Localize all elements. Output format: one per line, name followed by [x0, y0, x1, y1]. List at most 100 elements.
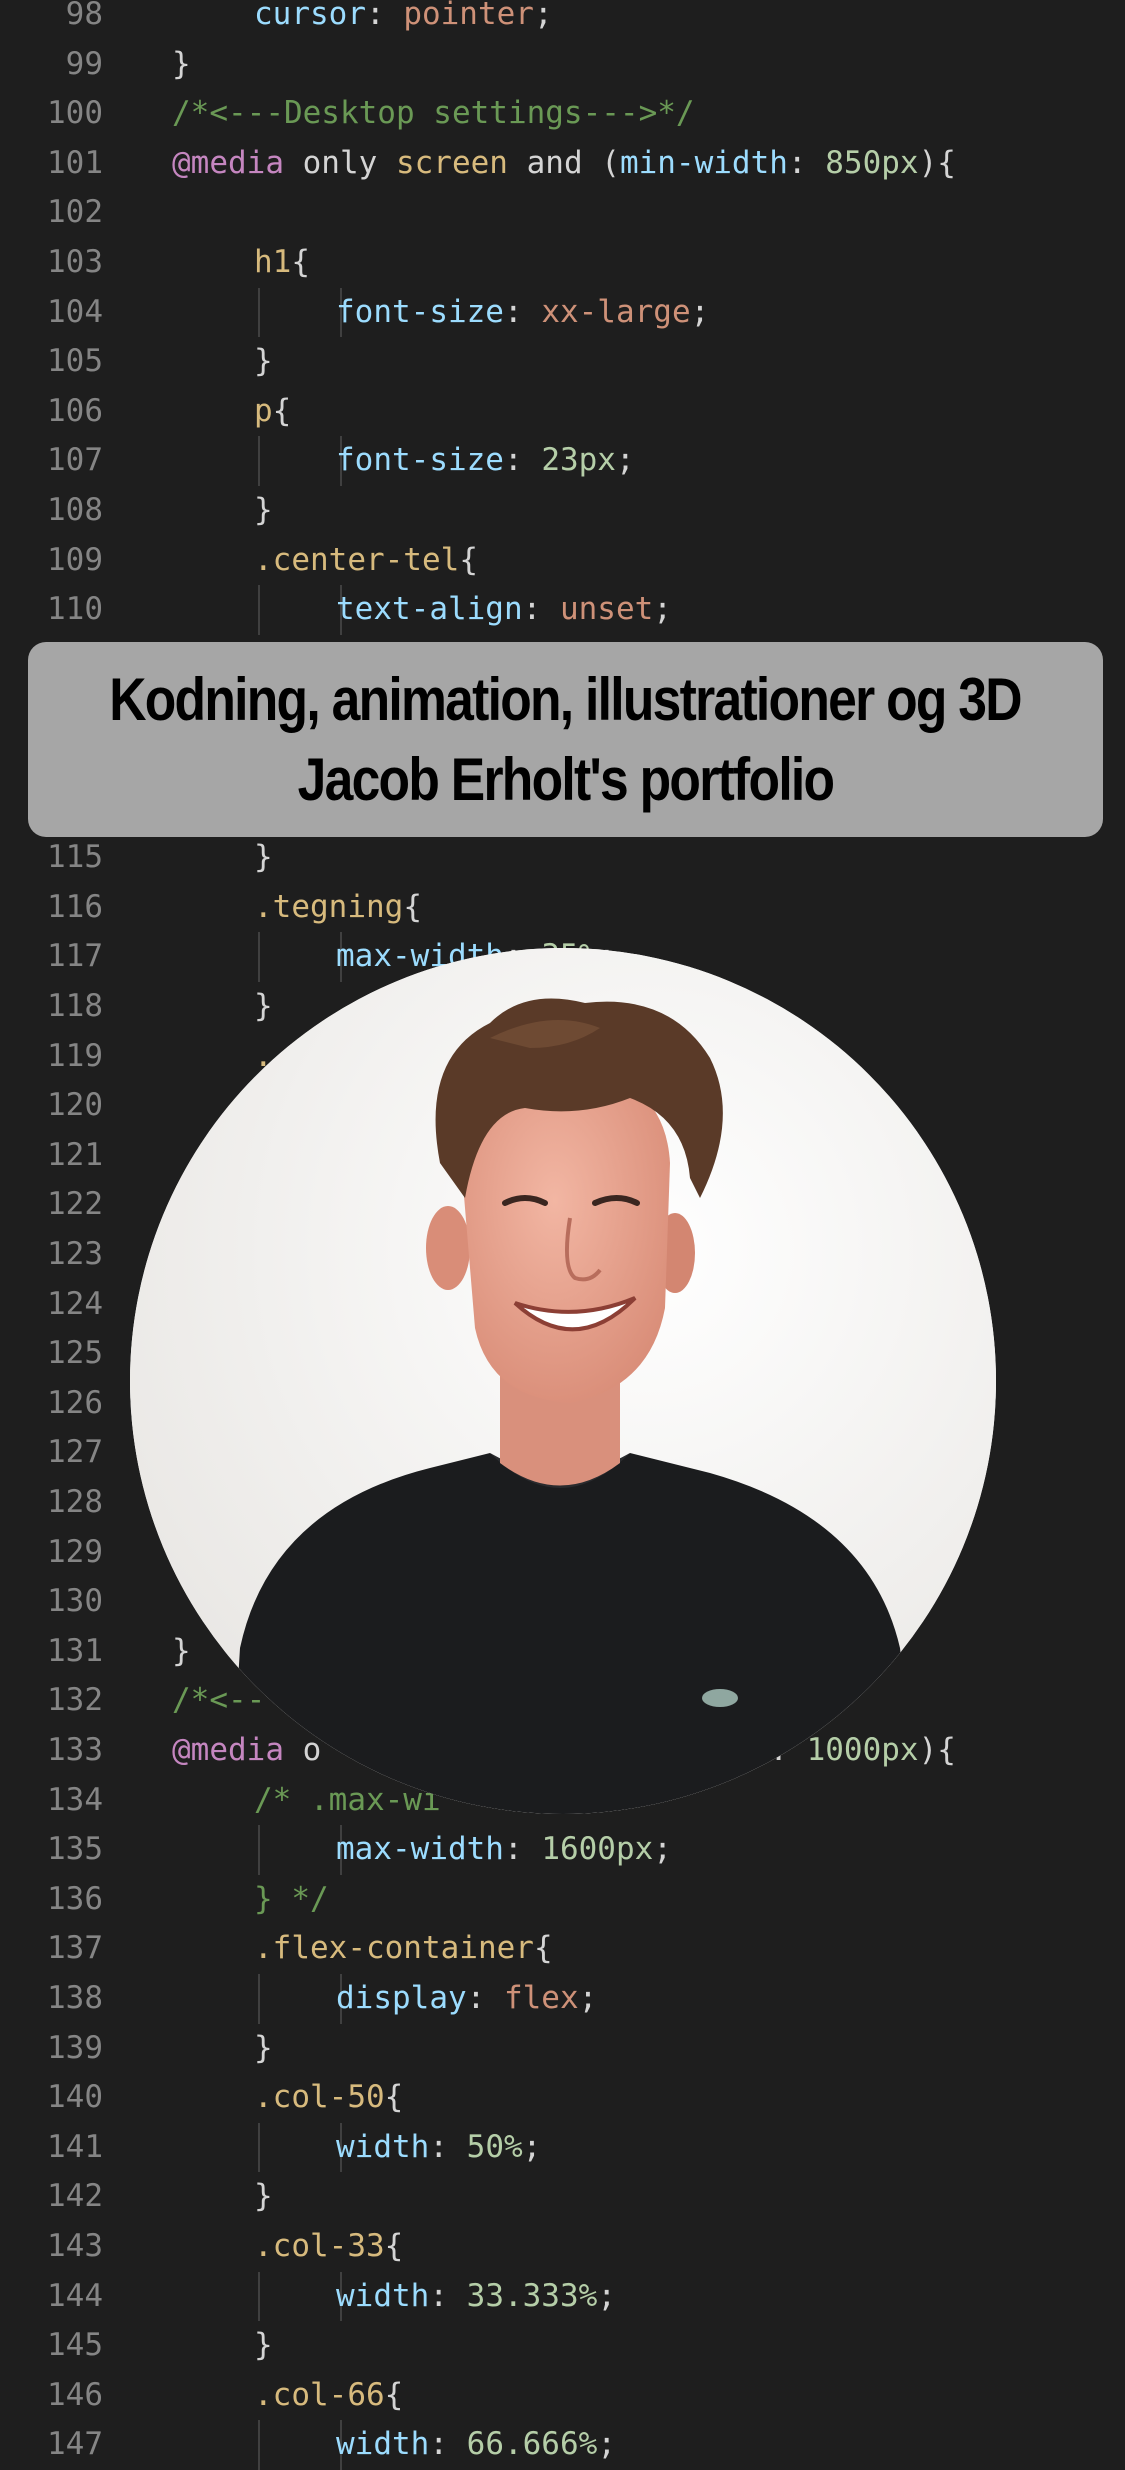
code-token: {: [384, 2228, 404, 2264]
line-number: 123: [47, 1236, 103, 1272]
code-line: 135 max-width: 1600px;: [0, 1825, 1125, 1875]
code-text: /*<--: [172, 1676, 265, 1726]
banner-title: Kodning, animation, illustrationer og 3D: [109, 665, 1023, 733]
code-text: }: [172, 1627, 191, 1677]
code-token: only: [283, 144, 396, 181]
code-token: 850px: [825, 144, 919, 181]
code-token: }: [254, 2029, 273, 2066]
code-text: p{: [254, 387, 291, 437]
code-line: 140 .col-50{: [0, 2073, 1125, 2123]
code-text: .col-66{: [254, 2371, 403, 2421]
line-number: 108: [47, 492, 103, 528]
line-number: 101: [47, 144, 103, 181]
code-token: unset: [559, 591, 654, 628]
code-token: 1000px: [806, 1732, 919, 1768]
code-text: max-width: 1600px;: [336, 1825, 672, 1875]
indent-guide: [258, 585, 260, 635]
line-number: 115: [47, 839, 103, 876]
code-token: display: [336, 1980, 467, 2016]
code-token: {: [272, 392, 292, 429]
code-token: ){: [918, 144, 956, 181]
line-number: 146: [47, 2376, 103, 2413]
code-line: 138 display: flex;: [0, 1974, 1125, 2024]
banner-subtitle: Jacob Erholt's portfolio: [297, 745, 835, 813]
line-number: 140: [47, 2079, 103, 2116]
code-text: } */: [254, 1875, 329, 1925]
code-token: 23px: [541, 442, 616, 479]
line-number: 145: [47, 2327, 103, 2364]
code-token: ;: [578, 1980, 598, 2016]
code-token: p: [254, 392, 273, 429]
code-line: 110 text-align: unset;: [0, 585, 1125, 635]
code-text: .col-50{: [254, 2073, 403, 2123]
line-number: 138: [47, 1980, 103, 2016]
code-line: 146 .col-66{: [0, 2371, 1125, 2421]
line-number: 147: [47, 2426, 103, 2463]
code-token: }: [254, 343, 273, 380]
code-line: 147 width: 66.666%;: [0, 2420, 1125, 2470]
indent-guide: [258, 436, 260, 486]
code-token: }: [254, 839, 273, 876]
line-number: 117: [47, 938, 103, 975]
portrait-photo: [130, 948, 996, 1814]
code-line: 105}: [0, 337, 1125, 387]
code-token: width: [336, 2277, 430, 2314]
code-token: flex: [503, 1980, 579, 2016]
code-line: 108}: [0, 486, 1125, 536]
code-line: 143 .col-33{: [0, 2222, 1125, 2272]
code-token: ;: [615, 442, 635, 479]
code-line: 144 width: 33.333%;: [0, 2271, 1125, 2322]
indent-guide: [258, 2122, 260, 2173]
code-token: {: [291, 244, 310, 280]
code-text: }: [254, 486, 273, 536]
code-text: h1{: [254, 238, 310, 288]
line-number: 134: [47, 1781, 103, 1818]
code-line: 137 .flex-container{: [0, 1924, 1125, 1974]
code-token: font-size: [336, 442, 504, 479]
code-text: cursor: pointer;: [254, 0, 553, 40]
code-token: :: [503, 1831, 542, 1868]
code-line: 101 @media only screen and (min-width: 85…: [0, 139, 1125, 189]
code-token: 1600px: [541, 1831, 654, 1868]
code-line: 107 font-size: 23px;: [0, 436, 1125, 486]
code-token: ;: [597, 2426, 616, 2463]
code-token: :: [503, 293, 542, 330]
code-token: }: [254, 2178, 273, 2215]
code-token: font-size: [336, 293, 504, 330]
code-token: :: [503, 442, 542, 479]
line-number: 128: [47, 1484, 103, 1520]
code-text: font-size: 23px;: [336, 436, 635, 486]
code-line: 109 .center-tel{: [0, 536, 1125, 586]
line-number: 98: [65, 0, 103, 32]
code-text: @media only screen and (min-width: 850px…: [172, 139, 956, 189]
code-token: screen: [395, 144, 508, 181]
code-token: .center-tel: [254, 541, 460, 578]
line-number: 124: [47, 1285, 103, 1322]
line-number: 144: [47, 2277, 103, 2314]
code-token: width: [336, 2426, 430, 2463]
code-token: }: [172, 45, 191, 82]
code-text: text-align: unset;: [336, 585, 672, 635]
line-number: 133: [47, 1732, 103, 1768]
line-number: 110: [47, 591, 103, 628]
code-text: .tegning{: [254, 883, 422, 933]
line-number: 118: [47, 988, 103, 1024]
code-text: }: [254, 337, 273, 387]
line-number: 105: [47, 343, 103, 380]
code-token: max-width: [336, 1831, 504, 1868]
indent-guide: [258, 2271, 260, 2322]
code-text: width: 33.333%;: [336, 2272, 616, 2322]
code-token: :: [429, 2277, 467, 2314]
code-text: /*<---Desktop settings--->*/: [172, 89, 695, 139]
line-number: 141: [47, 2128, 103, 2165]
code-token: @media: [172, 144, 284, 181]
line-number: 131: [47, 1632, 103, 1669]
line-number: 122: [47, 1186, 103, 1223]
code-token: ;: [690, 293, 710, 330]
code-line: 100 /*<---Desktop settings--->*/: [0, 89, 1125, 139]
code-text: }: [172, 40, 191, 90]
code-line: 106 p{: [0, 387, 1125, 437]
code-token: {: [384, 2079, 404, 2116]
code-text: }: [254, 2024, 273, 2074]
code-text: .col-33{: [254, 2222, 403, 2272]
